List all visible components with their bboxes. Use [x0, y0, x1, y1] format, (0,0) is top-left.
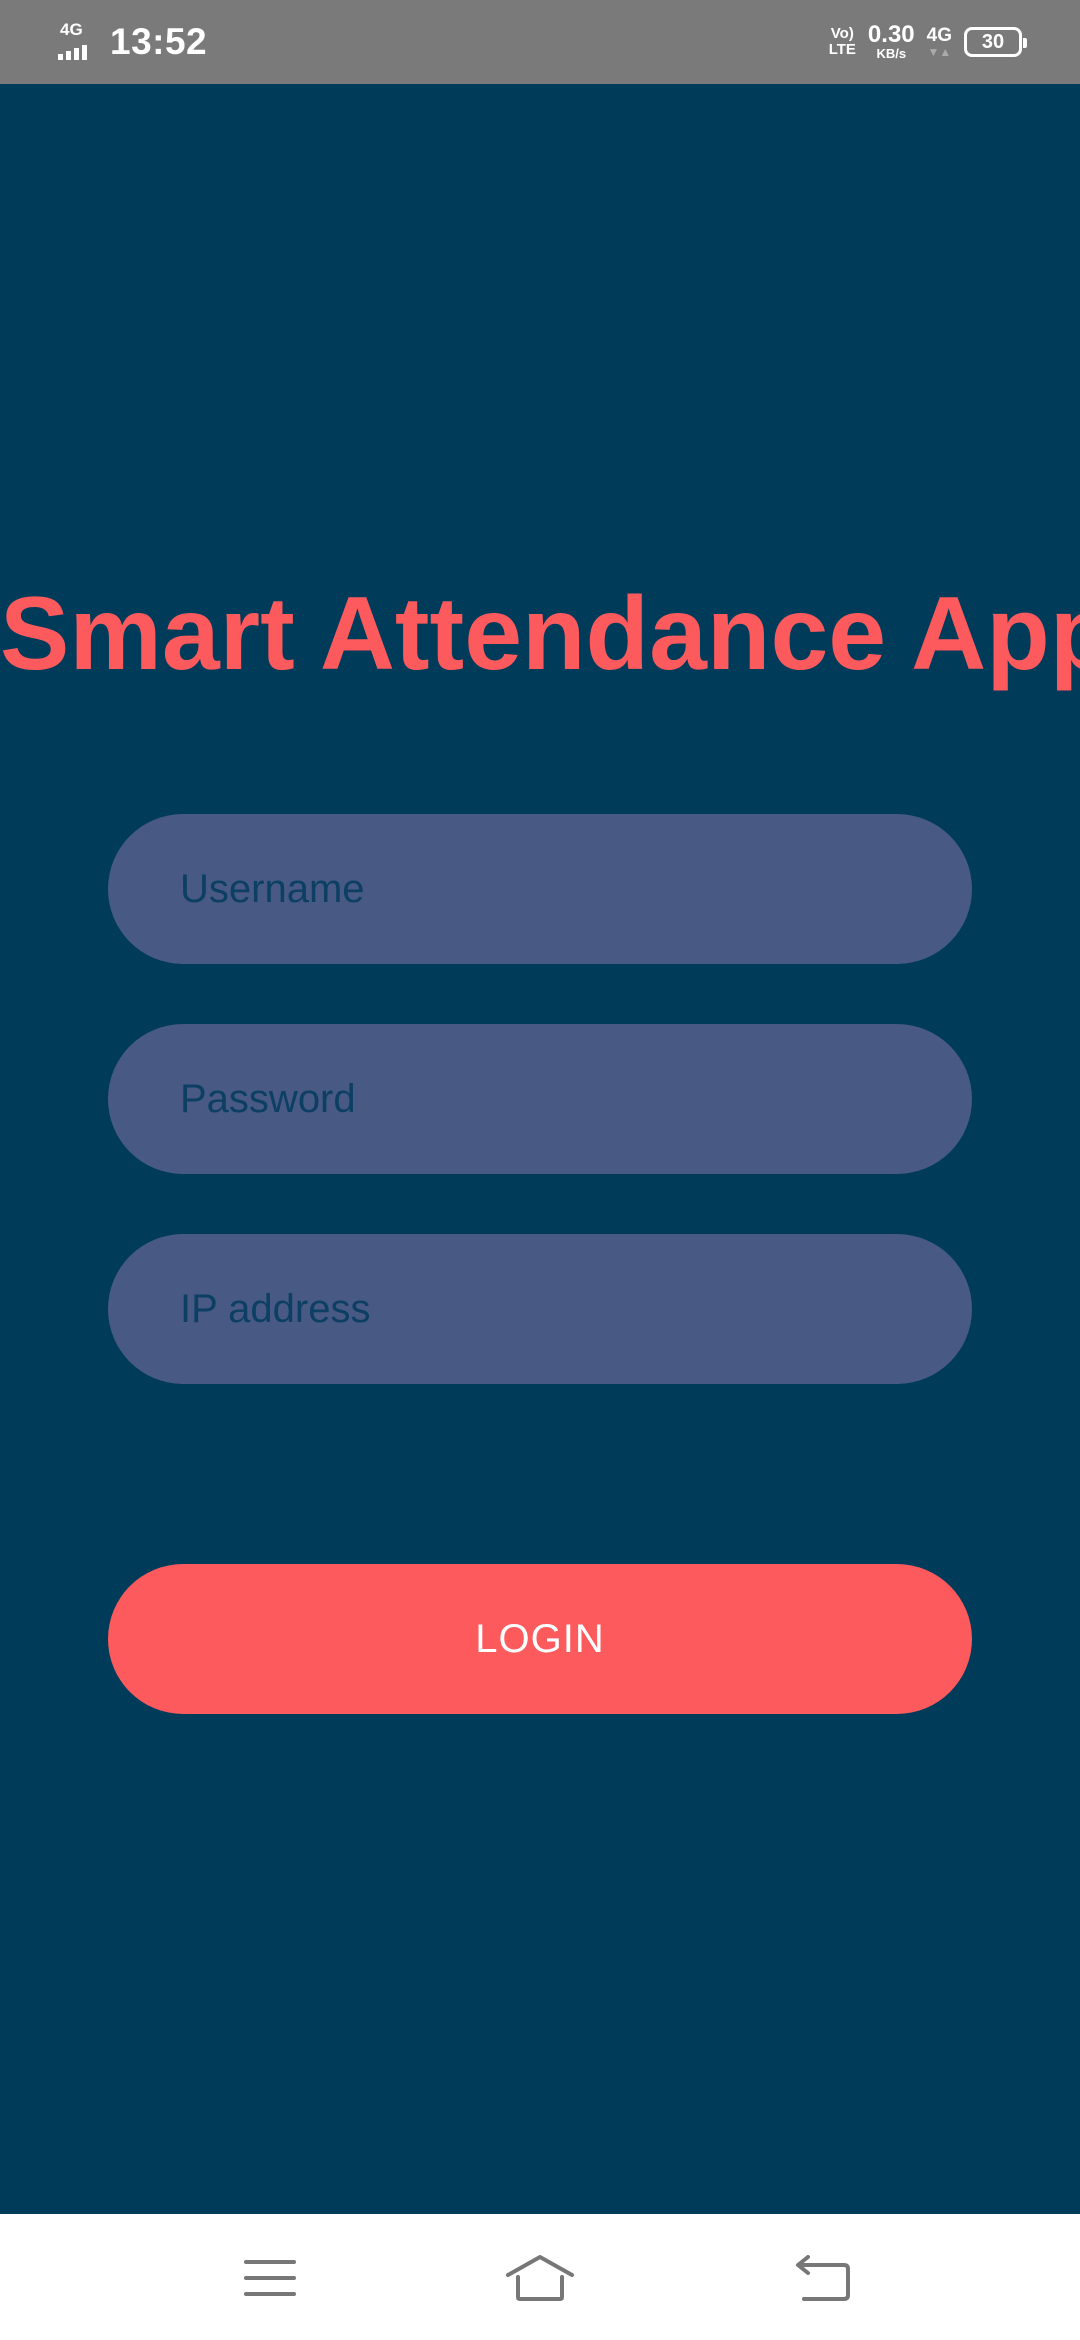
password-field-container [108, 1024, 972, 1174]
battery-icon: 30 [964, 27, 1027, 57]
status-bar: 4G 13:52 Vo) LTE 0.30 KB/s 4G ▼▲ 30 [0, 0, 1080, 84]
login-button[interactable]: LOGIN [108, 1564, 972, 1714]
speed-unit: KB/s [876, 46, 907, 61]
status-right: Vo) LTE 0.30 KB/s 4G ▼▲ 30 [829, 0, 1027, 84]
data-indicator: 4G ▼▲ [926, 25, 952, 59]
speed-value: 0.30 [867, 21, 915, 48]
battery-level: 30 [981, 30, 1005, 53]
volte-top: Vo) [830, 25, 854, 42]
volte-indicator: Vo) LTE [829, 26, 856, 58]
ip-address-input[interactable] [180, 1286, 972, 1332]
network-type-2: 4G [926, 25, 952, 46]
status-left: 4G 13:52 [58, 0, 207, 84]
back-icon[interactable] [788, 2242, 860, 2314]
app-title: Smart Attendance App [0, 576, 1080, 692]
home-icon[interactable] [504, 2242, 576, 2314]
username-input[interactable] [180, 866, 972, 912]
volte-bottom: LTE [828, 41, 856, 58]
data-arrows-icon: ▼▲ [927, 45, 952, 59]
signal-icon: 4G [58, 20, 96, 62]
navigation-bar [0, 2214, 1080, 2340]
password-input[interactable] [180, 1076, 972, 1122]
menu-icon[interactable] [234, 2242, 306, 2314]
ip-field-container [108, 1234, 972, 1384]
network-type-label: 4G [60, 20, 83, 39]
username-field-container [108, 814, 972, 964]
clock: 13:52 [110, 21, 208, 62]
network-speed: 0.30 KB/s [868, 23, 915, 61]
